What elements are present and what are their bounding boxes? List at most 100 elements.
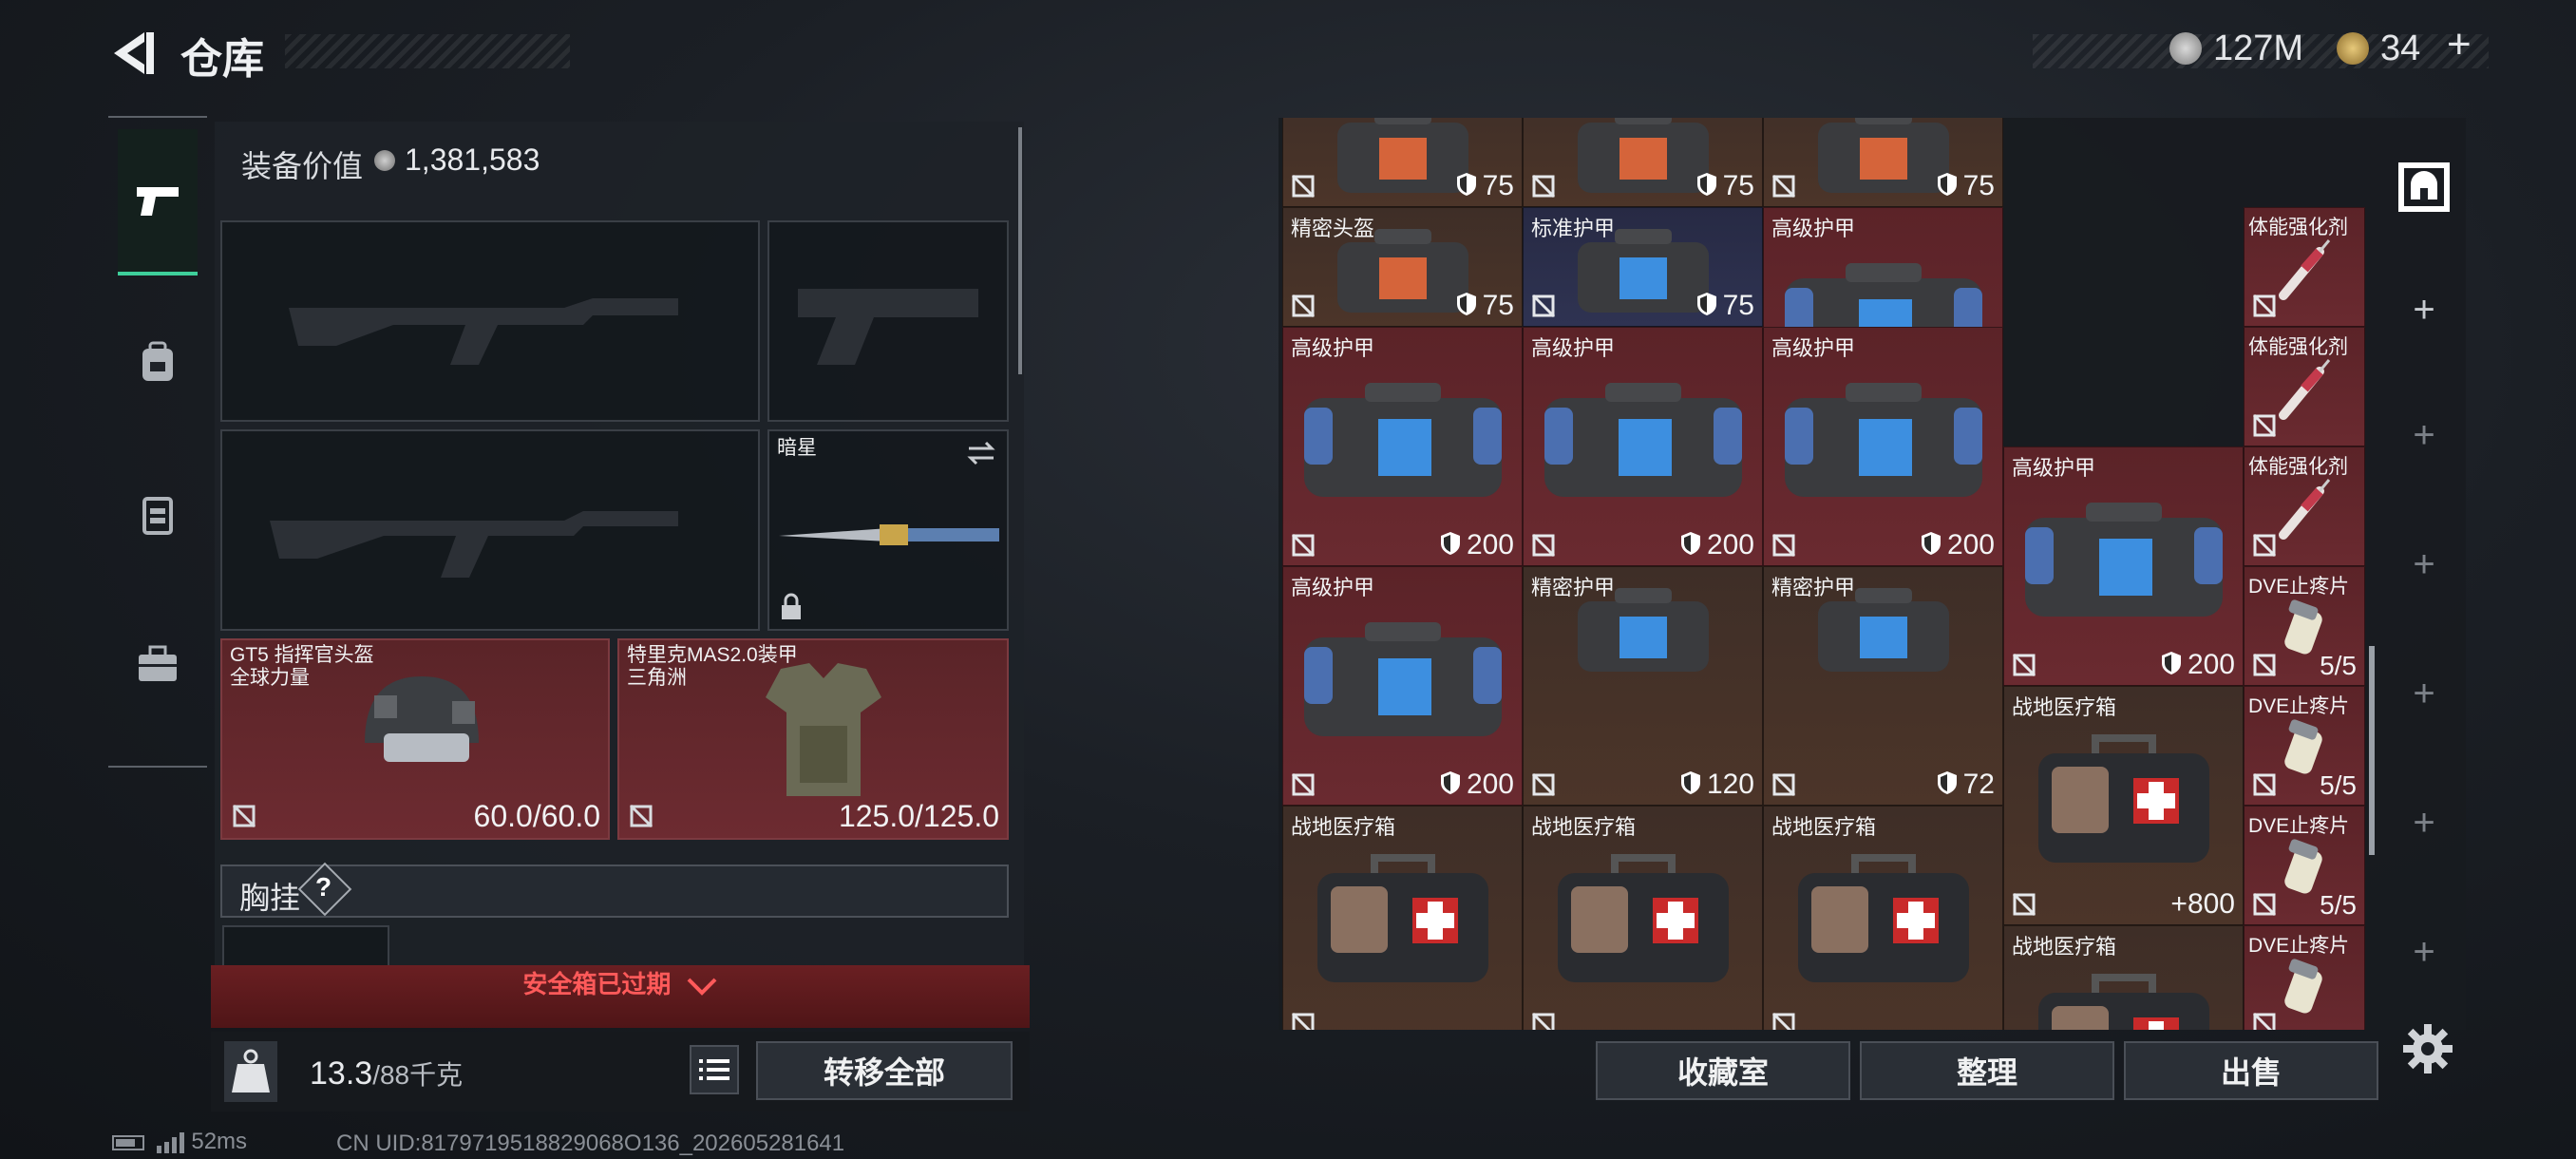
inventory-item-small[interactable]: 体能强化剂 <box>2244 446 2365 566</box>
item-name: 战地医疗箱 <box>2012 935 2117 959</box>
equipment-scrollbar[interactable] <box>1018 127 1022 374</box>
no-insure-icon <box>1531 772 1556 797</box>
inventory-item-small[interactable]: 体能强化剂 <box>2244 327 2365 446</box>
no-insure-icon <box>2012 892 2036 917</box>
no-insure-icon <box>232 804 256 828</box>
gear-icon[interactable] <box>2401 1022 2454 1075</box>
item-value-text: 200 <box>1466 529 1514 560</box>
shield-icon <box>1456 293 1476 315</box>
inventory-item[interactable]: 高级护甲 200 <box>1763 327 2003 566</box>
no-insure-icon <box>2012 653 2036 677</box>
inventory-item[interactable]: 战地医疗箱 +800 <box>2003 686 2244 925</box>
inventory-item[interactable]: 精密头盔75 <box>1282 207 1523 327</box>
item-name: 战地医疗箱 <box>1291 815 1396 839</box>
title-decoration <box>285 34 570 68</box>
inventory-item[interactable]: 精密头盔75 <box>1763 118 2003 207</box>
inventory-item[interactable]: 精密头盔75 <box>1523 118 1763 207</box>
helmet-icon <box>365 676 479 762</box>
item-image-icon <box>1332 118 1474 201</box>
storage-slot-3[interactable]: + <box>2384 543 2464 586</box>
item-value-text: 75 <box>1482 290 1514 321</box>
inventory-item-small[interactable]: DVE止疼片 5/5 <box>2244 686 2365 806</box>
item-image-icon <box>1298 609 1507 747</box>
inventory-item[interactable]: 精密头盔75 <box>1282 118 1523 207</box>
storage-slot-2[interactable]: + <box>2384 414 2464 457</box>
weight-current: 13.3 <box>310 1055 373 1092</box>
weight-kg-icon <box>224 1041 277 1102</box>
melee-slot[interactable]: 暗星 <box>767 429 1009 631</box>
inventory-item[interactable]: 精密护甲 72 <box>1763 566 2003 806</box>
item-value: 5/5 <box>2320 890 2357 920</box>
item-value: 75 <box>1696 290 1754 322</box>
item-image-icon <box>2019 489 2228 627</box>
storage-slot-6[interactable]: + <box>2384 931 2464 974</box>
tab-case[interactable] <box>118 593 198 735</box>
briefcase-icon <box>139 645 177 681</box>
inventory-item[interactable]: 高级护甲 200 <box>1282 566 1523 806</box>
shield-icon <box>1680 771 1700 794</box>
chest-rig-label: 胸挂 <box>239 881 301 915</box>
shield-icon <box>1696 173 1716 196</box>
item-image-icon <box>1572 580 1714 680</box>
add-storage-button[interactable]: + <box>2384 289 2464 332</box>
inventory-item[interactable]: 战地医疗箱 <box>1763 806 2003 1030</box>
item-value-text: 200 <box>1706 529 1754 560</box>
item-name: 高级护甲 <box>1291 576 1375 599</box>
item-image-icon <box>2276 955 2333 1026</box>
item-image-icon <box>2029 725 2219 872</box>
helmet-slot[interactable]: GT5 指挥官头盔 全球力量 60.0/60.0 <box>220 638 610 840</box>
no-insure-icon <box>2252 1012 2276 1030</box>
safe-storage-icon[interactable] <box>2394 156 2454 217</box>
shield-icon <box>1456 173 1476 196</box>
inventory-item[interactable]: 战地医疗箱 <box>2003 925 2244 1030</box>
inventory-scrollbar[interactable] <box>2369 646 2375 855</box>
no-insure-icon <box>2252 533 2277 558</box>
shield-icon <box>1696 293 1716 315</box>
transfer-all-button[interactable]: 转移全部 <box>756 1041 1013 1100</box>
inventory-item[interactable]: 高级护甲 200 <box>2003 446 2244 686</box>
inventory-item-small[interactable]: 体能强化剂 <box>2244 207 2365 327</box>
inventory-item[interactable]: 高级护甲 200 <box>1523 327 1763 566</box>
inventory-item-small[interactable]: DVE止疼片 5/5 <box>2244 566 2365 686</box>
tab-vest[interactable] <box>118 443 198 585</box>
no-insure-icon <box>1291 533 1316 558</box>
inventory-item[interactable]: 战地医疗箱 <box>1523 806 1763 1030</box>
inventory-item[interactable]: 标准护甲 75 <box>1523 207 1763 327</box>
item-value: 5/5 <box>2320 770 2357 800</box>
item-image-icon <box>1298 370 1507 507</box>
helmet-brand: 全球力量 <box>230 667 310 689</box>
primary-weapon-slot[interactable] <box>220 220 760 422</box>
item-image-icon <box>1332 221 1474 321</box>
weight-max: /88千克 <box>372 1060 464 1090</box>
left-tab-bar <box>108 116 207 768</box>
inventory-item-small[interactable]: DVE止疼片 5/5 <box>2244 806 2365 925</box>
list-view-button[interactable] <box>690 1045 739 1094</box>
item-value-text: 75 <box>1722 170 1754 201</box>
coin-icon <box>374 150 395 171</box>
add-currency-button[interactable]: + <box>2447 21 2472 68</box>
inventory-item-small[interactable]: DVE止疼片 <box>2244 925 2365 1030</box>
tab-weapons[interactable] <box>118 129 198 276</box>
shield-icon <box>1937 173 1957 196</box>
item-name: 高级护甲 <box>1771 336 1856 360</box>
shield-icon <box>1921 532 1941 555</box>
sidearm-slot[interactable] <box>767 220 1009 422</box>
no-insure-icon <box>2252 413 2277 438</box>
tab-backpack[interactable] <box>118 291 198 433</box>
inventory-item[interactable]: 精密护甲 120 <box>1523 566 1763 806</box>
inventory-item[interactable]: 战地医疗箱 <box>1282 806 1523 1030</box>
collection-room-button[interactable]: 收藏室 <box>1596 1041 1850 1100</box>
sort-button[interactable]: 整理 <box>1860 1041 2114 1100</box>
armor-slot[interactable]: 特里克MAS2.0装甲 三角洲 125.0/125.0 <box>617 638 1009 840</box>
storage-slot-4[interactable]: + <box>2384 673 2464 715</box>
secondary-weapon-slot[interactable] <box>220 429 760 631</box>
ping: 52ms <box>191 1129 248 1154</box>
item-value: 200 <box>2161 649 2235 681</box>
storage-slot-5[interactable]: + <box>2384 802 2464 845</box>
inventory-item[interactable]: 高级护甲 200 <box>1282 327 1523 566</box>
back-arrow-icon[interactable] <box>106 27 160 80</box>
sell-button[interactable]: 出售 <box>2124 1041 2378 1100</box>
pistol-icon <box>137 187 179 216</box>
swap-icon[interactable] <box>965 439 997 467</box>
gold-coin-icon <box>2337 32 2369 65</box>
